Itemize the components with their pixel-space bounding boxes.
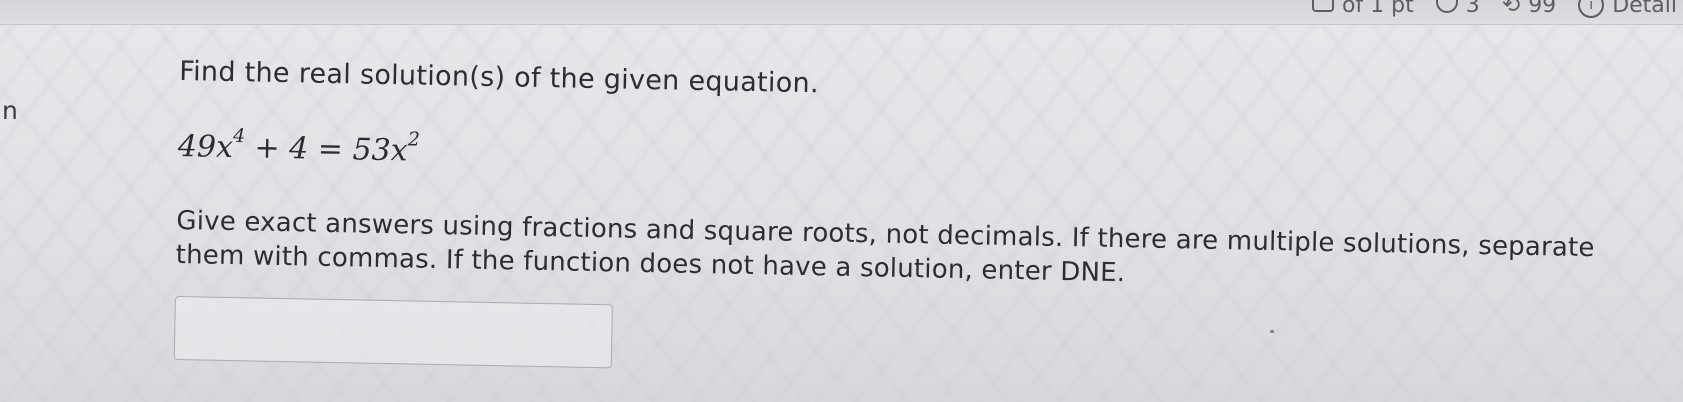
screen-speck [1270,330,1274,333]
details-label[interactable]: Detail [1612,0,1677,18]
box-icon [1311,0,1334,12]
points-info: of 1 pt [1311,0,1414,18]
equation-exponent-2: 2 [407,128,421,151]
equation-var-x2: x [390,133,408,169]
details-link[interactable]: i Detail [1578,0,1677,18]
sidebar-fragment: n [2,96,18,125]
equation-coef: 49 [177,128,217,165]
retry-icon [1435,0,1458,13]
answer-input[interactable] [173,295,613,369]
equation-var-x: x [215,129,234,166]
header-meta: of 1 pt 3 ⟲ 99 i Detail [1311,0,1677,18]
info-icon: i [1578,0,1605,18]
submissions-info: ⟲ 99 [1502,0,1556,18]
equation-middle: + 4 = 53 [244,130,392,169]
submissions-text: 99 [1528,0,1557,18]
history-icon: ⟲ [1501,0,1521,18]
equation: 49x4 + 4 = 53x2 [177,125,421,169]
attempts-info: 3 [1435,0,1480,18]
points-text: of 1 pt [1341,0,1414,18]
answer-instructions: Give exact answers using fractions and s… [175,205,1595,289]
question-prompt: Find the real solution(s) of the given e… [178,55,820,100]
question-panel: Find the real solution(s) of the given e… [173,34,1670,369]
attempts-text: 3 [1465,0,1480,18]
equation-exponent-4: 4 [232,125,246,148]
